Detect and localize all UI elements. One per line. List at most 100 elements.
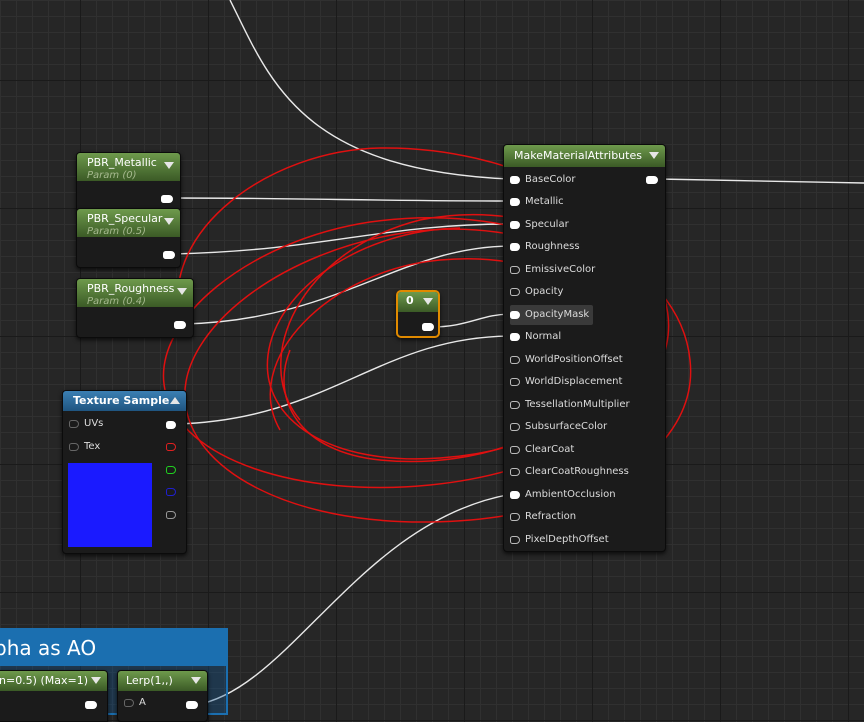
input-roughness[interactable]: Roughness (510, 237, 580, 257)
pbr-roughness-node[interactable]: PBR_Roughness Param (0.4) (76, 278, 194, 338)
input-pin[interactable] (510, 446, 520, 454)
node-title: MakeMaterialAttributes (514, 149, 642, 162)
input-pin[interactable] (510, 491, 520, 499)
output-pin[interactable] (174, 321, 186, 329)
input-refraction[interactable]: Refraction (510, 507, 576, 527)
input-tessellationmultiplier[interactable]: TessellationMultiplier (510, 395, 630, 415)
input-pin[interactable] (124, 698, 134, 707)
chevron-down-icon[interactable] (164, 162, 174, 169)
wire-specular (172, 223, 513, 255)
constant-node[interactable]: 0 (396, 290, 440, 338)
input-pin[interactable] (510, 288, 520, 296)
uvs-label: UVs (84, 418, 104, 429)
make-material-attributes-node[interactable]: MakeMaterialAttributes BaseColor Metalli… (503, 144, 666, 552)
tex-input-row[interactable]: Tex (69, 440, 100, 455)
pbr-specular-node[interactable]: PBR_Specular Param (0.5) (76, 208, 181, 268)
node-header[interactable]: n=0.5) (Max=1) (0, 671, 107, 691)
node-subtitle: Param (0.5) (87, 226, 147, 237)
input-pin[interactable] (510, 333, 520, 341)
r-output-pin[interactable] (166, 443, 176, 451)
chevron-up-icon[interactable] (170, 397, 180, 404)
b-output-pin[interactable] (166, 488, 176, 496)
chevron-down-icon[interactable] (177, 288, 187, 295)
input-pin[interactable] (69, 443, 79, 451)
input-pin[interactable] (510, 423, 520, 431)
rgb-output-pin[interactable] (166, 421, 176, 429)
input-opacitymask[interactable]: OpacityMask (510, 305, 594, 325)
input-metallic[interactable]: Metallic (510, 192, 564, 212)
output-pin[interactable] (163, 251, 175, 259)
input-clearcoatroughness[interactable]: ClearCoatRoughness (510, 462, 629, 482)
input-opacity[interactable]: Opacity (510, 282, 563, 302)
input-label: Roughness (525, 241, 580, 252)
node-header[interactable]: Lerp(1,,) (118, 671, 207, 691)
input-subsurfacecolor[interactable]: SubsurfaceColor (510, 417, 607, 437)
comment-header[interactable]: pha as AO (0, 630, 226, 666)
chevron-down-icon[interactable] (423, 298, 433, 305)
input-pin[interactable] (510, 176, 520, 184)
input-label: ClearCoatRoughness (525, 466, 629, 477)
input-label: ClearCoat (525, 444, 575, 455)
input-ambientocclusion[interactable]: AmbientOcclusion (510, 485, 616, 505)
input-pin[interactable] (69, 420, 79, 428)
input-label: TessellationMultiplier (525, 399, 630, 410)
input-label: PixelDepthOffset (525, 534, 609, 545)
input-label: Opacity (525, 286, 564, 297)
output-pin[interactable] (646, 176, 658, 184)
output-pin[interactable] (186, 701, 198, 709)
graph-wires (162, 0, 864, 706)
input-pixeldepthoffset[interactable]: PixelDepthOffset (510, 530, 609, 550)
input-label: WorldPositionOffset (525, 354, 623, 365)
input-worlddisplacement[interactable]: WorldDisplacement (510, 372, 622, 392)
input-normal[interactable]: Normal (510, 327, 561, 347)
chevron-down-icon[interactable] (164, 218, 174, 225)
input-clearcoat[interactable]: ClearCoat (510, 440, 574, 460)
input-label: OpacityMask (525, 309, 590, 320)
node-header[interactable]: PBR_Specular Param (0.5) (77, 209, 180, 237)
comment-title: pha as AO (0, 636, 97, 660)
uvs-input-row[interactable]: UVs (69, 417, 103, 432)
input-pin[interactable] (510, 401, 520, 409)
input-pin[interactable] (510, 243, 520, 251)
chevron-down-icon[interactable] (91, 677, 101, 684)
input-label: Specular (525, 219, 569, 230)
input-pin[interactable] (510, 266, 520, 274)
wire-texture-normal (175, 335, 513, 425)
input-pin[interactable] (510, 513, 520, 521)
param-partial-node[interactable]: n=0.5) (Max=1) (0, 670, 108, 722)
input-pin[interactable] (510, 221, 520, 229)
input-pin[interactable] (510, 356, 520, 364)
input-worldpositionoffset[interactable]: WorldPositionOffset (510, 350, 623, 370)
output-pin[interactable] (161, 195, 173, 203)
input-pin[interactable] (510, 311, 520, 319)
input-pin[interactable] (510, 378, 520, 386)
input-pin[interactable] (510, 536, 520, 544)
node-subtitle: Param (0) (87, 170, 137, 181)
g-output-pin[interactable] (166, 466, 176, 474)
lerp-input-a[interactable]: A (124, 697, 146, 709)
input-specular[interactable]: Specular (510, 215, 569, 235)
lerp-node[interactable]: Lerp(1,,) A (117, 670, 208, 722)
input-pin[interactable] (510, 468, 520, 476)
node-header[interactable]: MakeMaterialAttributes (504, 145, 665, 167)
chevron-down-icon[interactable] (649, 152, 659, 159)
input-basecolor[interactable]: BaseColor (510, 170, 575, 190)
input-emissivecolor[interactable]: EmissiveColor (510, 260, 595, 280)
pbr-metallic-node[interactable]: PBR_Metallic Param (0) (76, 152, 181, 212)
input-label: EmissiveColor (525, 264, 596, 275)
node-header[interactable]: Texture Sample (63, 391, 186, 411)
input-label: BaseColor (525, 174, 576, 185)
constant-value: 0 (406, 294, 414, 307)
output-pin[interactable] (422, 323, 434, 331)
texture-sample-node[interactable]: Texture Sample UVs Tex (62, 390, 187, 554)
chevron-down-icon[interactable] (191, 677, 201, 684)
texture-preview (68, 463, 152, 547)
node-header[interactable]: 0 (398, 292, 438, 312)
input-pin[interactable] (510, 198, 520, 206)
a-output-pin[interactable] (166, 511, 176, 519)
input-label: WorldDisplacement (525, 376, 623, 387)
node-header[interactable]: PBR_Metallic Param (0) (77, 153, 180, 181)
node-header[interactable]: PBR_Roughness Param (0.4) (77, 279, 193, 307)
output-pin[interactable] (85, 701, 97, 709)
wire-metallic (169, 197, 513, 202)
